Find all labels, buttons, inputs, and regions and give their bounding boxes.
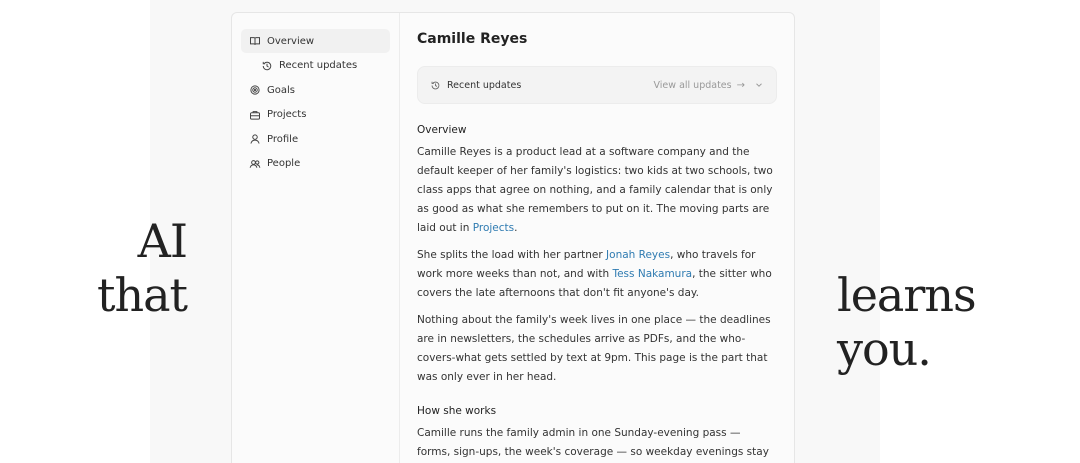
app-window: Overview Recent updates Goals Projects P… <box>231 12 795 463</box>
sidebar: Overview Recent updates Goals Projects P… <box>232 13 400 463</box>
view-all-updates-label: View all updates <box>653 79 732 91</box>
target-icon <box>249 84 261 96</box>
sidebar-item-label: Projects <box>267 109 307 120</box>
jonah-reyes-link[interactable]: Jonah Reyes <box>606 249 670 261</box>
sidebar-item-people[interactable]: People <box>241 152 390 176</box>
recent-updates-bar[interactable]: Recent updates View all updates → <box>417 66 777 104</box>
tagline-word: AI <box>137 214 188 268</box>
tagline-word: learns <box>837 268 977 322</box>
tess-nakamura-link[interactable]: Tess Nakamura <box>612 268 692 280</box>
how-she-works-heading: How she works <box>417 405 497 417</box>
paragraph-text: Camille Reyes is a product lead at a sof… <box>417 146 773 234</box>
paragraph-text: She splits the load with her partner <box>417 249 607 261</box>
arrow-right-icon: → <box>736 79 745 91</box>
sidebar-item-overview[interactable]: Overview <box>241 29 390 53</box>
sidebar-item-projects[interactable]: Projects <box>241 103 390 127</box>
overview-heading: Overview <box>417 124 467 136</box>
tagline-word: that <box>96 268 188 322</box>
sidebar-item-label: Goals <box>267 84 295 96</box>
users-icon <box>249 158 261 170</box>
tagline-left: AI that <box>96 214 188 322</box>
tagline-right: learns you. <box>837 268 977 376</box>
sidebar-item-label: People <box>267 158 301 169</box>
book-open-icon <box>249 35 261 47</box>
chevron-down-icon[interactable] <box>754 80 764 90</box>
sidebar-item-label: Recent updates <box>279 60 358 71</box>
paragraph-text: . <box>514 222 518 234</box>
sidebar-item-label: Overview <box>267 35 315 47</box>
sidebar-item-recent-updates[interactable]: Recent updates <box>241 54 390 78</box>
view-all-updates-link[interactable]: View all updates → <box>654 80 746 91</box>
briefcase-icon <box>249 109 261 121</box>
page-title: Camille Reyes <box>417 31 528 47</box>
history-icon <box>430 80 441 91</box>
overview-paragraph: Camille Reyes is a product lead at a sof… <box>417 143 777 238</box>
sidebar-item-profile[interactable]: Profile <box>241 127 390 151</box>
how-she-works-paragraph: Camille runs the family admin in one Sun… <box>417 427 769 458</box>
overview-paragraph: Nothing about the family's week lives in… <box>417 314 771 383</box>
user-icon <box>249 133 261 145</box>
overview-paragraph: She splits the load with her partner Jon… <box>417 246 777 303</box>
main-content: Camille Reyes Recent updates View all up… <box>417 13 794 463</box>
tagline-word: you. <box>837 322 932 376</box>
sidebar-item-label: Profile <box>267 133 299 145</box>
projects-link[interactable]: Projects <box>473 222 514 234</box>
history-icon <box>261 60 273 72</box>
sidebar-item-goals[interactable]: Goals <box>241 78 390 102</box>
recent-updates-title: Recent updates <box>447 79 522 91</box>
